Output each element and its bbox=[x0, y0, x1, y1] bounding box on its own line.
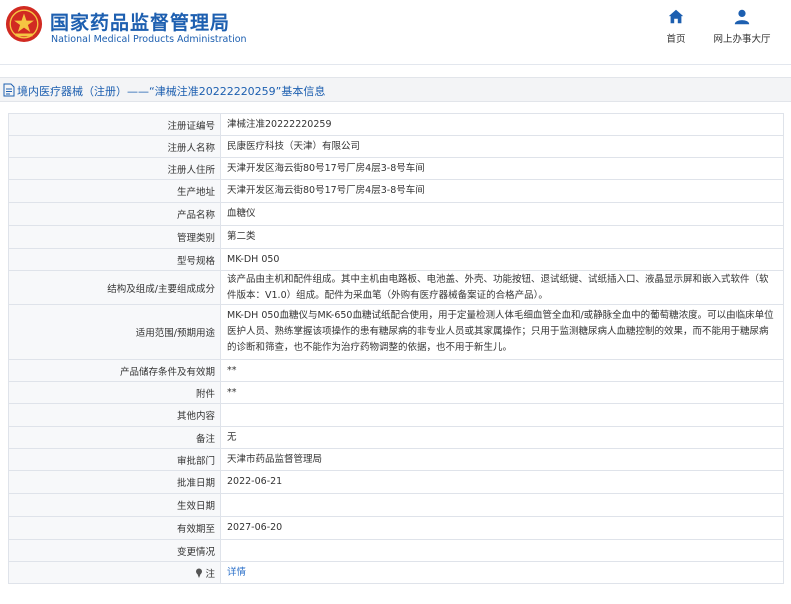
field-value: 详情 bbox=[220, 561, 784, 584]
nav-home[interactable]: 首页 bbox=[656, 8, 696, 45]
user-icon bbox=[734, 9, 750, 25]
field-label: 适用范围/预期用途 bbox=[8, 304, 221, 360]
field-label: 产品名称 bbox=[8, 202, 221, 226]
table-row: 产品名称 血糖仪 bbox=[8, 202, 784, 226]
field-value: 该产品由主机和配件组成。其中主机由电路板、电池盖、外壳、功能按钮、退试纸键、试纸… bbox=[220, 270, 784, 305]
field-value: 民康医疗科技（天津）有限公司 bbox=[220, 135, 784, 158]
table-row: 注册证编号 津械注准20222220259 bbox=[8, 113, 784, 136]
field-value bbox=[220, 493, 784, 517]
site-header: 国家药品监督管理局 National Medical Products Admi… bbox=[0, 0, 791, 62]
field-value bbox=[220, 539, 784, 562]
field-label: 产品储存条件及有效期 bbox=[8, 359, 221, 382]
note-label: 注 bbox=[205, 568, 215, 580]
table-row: 产品储存条件及有效期 ** bbox=[8, 359, 784, 382]
table-row: 注册人住所 天津开发区海云街80号17号厂房4层3-8号车间 bbox=[8, 157, 784, 180]
nmpa-emblem-icon[interactable] bbox=[5, 5, 43, 43]
table-row: 备注无 bbox=[8, 426, 784, 449]
field-value: 无 bbox=[220, 426, 784, 449]
field-label: 批准日期 bbox=[8, 470, 221, 494]
site-subtitle: National Medical Products Administration bbox=[51, 34, 247, 45]
field-label: 生效日期 bbox=[8, 493, 221, 517]
field-label: 管理类别 bbox=[8, 225, 221, 249]
table-row-note: 注 详情 bbox=[8, 561, 784, 584]
field-value: 2027-06-20 bbox=[220, 516, 784, 540]
table-row: 有效期至 2027-06-20 bbox=[8, 516, 784, 540]
field-value: MK-DH 050血糖仪与MK-650血糖试纸配合使用，用于定量检测人体毛细血管… bbox=[220, 304, 784, 360]
document-icon bbox=[3, 83, 15, 97]
site-title[interactable]: 国家药品监督管理局 bbox=[50, 8, 230, 35]
header-divider bbox=[0, 64, 791, 65]
field-value: ** bbox=[220, 359, 784, 382]
field-value: 津械注准20222220259 bbox=[220, 113, 784, 136]
field-value: 2022-06-21 bbox=[220, 470, 784, 494]
home-icon bbox=[668, 9, 684, 24]
field-label: 有效期至 bbox=[8, 516, 221, 540]
field-value: 天津开发区海云街80号17号厂房4层3-8号车间 bbox=[220, 179, 784, 203]
field-label: 注 bbox=[8, 561, 221, 584]
table-row: 生产地址 天津开发区海云街80号17号厂房4层3-8号车间 bbox=[8, 179, 784, 203]
field-value: MK-DH 050 bbox=[220, 248, 784, 271]
field-label: 注册证编号 bbox=[8, 113, 221, 136]
field-label: 变更情况 bbox=[8, 539, 221, 562]
page-title: 境内医疗器械（注册）——“津械注准20222220259”基本信息 bbox=[17, 85, 326, 98]
table-row: 其他内容 bbox=[8, 403, 784, 427]
field-label: 型号规格 bbox=[8, 248, 221, 271]
field-label: 结构及组成/主要组成成分 bbox=[8, 270, 221, 305]
table-row: 型号规格 MK-DH 050 bbox=[8, 248, 784, 271]
field-value: 天津开发区海云街80号17号厂房4层3-8号车间 bbox=[220, 157, 784, 180]
table-row: 审批部门 天津市药品监督管理局 bbox=[8, 448, 784, 471]
field-label: 注册人住所 bbox=[8, 157, 221, 180]
field-label: 生产地址 bbox=[8, 179, 221, 203]
field-label: 注册人名称 bbox=[8, 135, 221, 158]
field-label: 备注 bbox=[8, 426, 221, 449]
page-title-bar: 境内医疗器械（注册）——“津械注准20222220259”基本信息 bbox=[0, 77, 791, 102]
nav-hall-label: 网上办事大厅 bbox=[713, 34, 771, 45]
field-value: 第二类 bbox=[220, 225, 784, 249]
field-value: 天津市药品监督管理局 bbox=[220, 448, 784, 471]
table-row: 结构及组成/主要组成成分 该产品由主机和配件组成。其中主机由电路板、电池盖、外壳、… bbox=[8, 270, 784, 305]
field-value: 血糖仪 bbox=[220, 202, 784, 226]
field-value: ** bbox=[220, 381, 784, 404]
registration-info-table: 注册证编号 津械注准20222220259 注册人名称 民康医疗科技（天津）有限公司注… bbox=[8, 113, 784, 584]
table-row: 批准日期 2022-06-21 bbox=[8, 470, 784, 494]
field-label: 其他内容 bbox=[8, 403, 221, 427]
nav-home-label: 首页 bbox=[666, 34, 686, 45]
pin-icon bbox=[196, 568, 203, 578]
field-value bbox=[220, 403, 784, 427]
table-row: 适用范围/预期用途 MK-DH 050血糖仪与MK-650血糖试纸配合使用，用于定… bbox=[8, 304, 784, 360]
nav-online-service-hall[interactable]: 网上办事大厅 bbox=[706, 8, 778, 45]
table-row: 生效日期 bbox=[8, 493, 784, 517]
table-row: 变更情况 bbox=[8, 539, 784, 562]
table-row: 管理类别 第二类 bbox=[8, 225, 784, 249]
table-row: 附件 ** bbox=[8, 381, 784, 404]
field-label: 附件 bbox=[8, 381, 221, 404]
details-link[interactable]: 详情 bbox=[227, 567, 246, 578]
field-label: 审批部门 bbox=[8, 448, 221, 471]
table-row: 注册人名称 民康医疗科技（天津）有限公司 bbox=[8, 135, 784, 158]
